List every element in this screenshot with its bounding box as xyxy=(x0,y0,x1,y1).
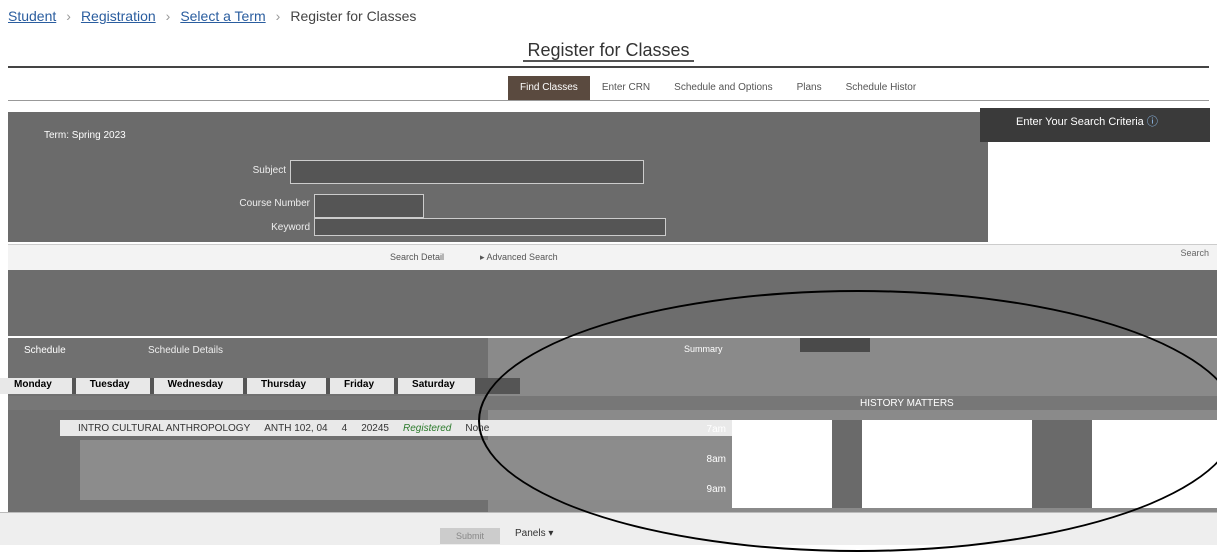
tab-bar: Find Classes Enter CRN Schedule and Opti… xyxy=(508,76,928,100)
info-icon[interactable]: ⓘ xyxy=(1147,116,1158,128)
subject-label: Subject xyxy=(252,165,286,176)
submit-button[interactable]: Submit xyxy=(440,528,500,544)
term-label: Term: Spring 2023 xyxy=(44,130,126,141)
day-saturday: Saturday xyxy=(398,378,475,394)
course-code: ANTH 102, 04 xyxy=(264,422,328,434)
tab-schedule-options[interactable]: Schedule and Options xyxy=(662,76,784,100)
breadcrumb-register: Register for Classes xyxy=(290,8,417,24)
results-panel xyxy=(8,270,1217,336)
breadcrumb-separator: › xyxy=(165,8,171,24)
advanced-search-link[interactable]: ▸ Advanced Search xyxy=(480,252,558,263)
subject-input[interactable] xyxy=(290,160,644,184)
chevron-down-icon: ▾ xyxy=(548,528,554,539)
course-number-input[interactable] xyxy=(314,194,424,218)
day-header: Monday Tuesday Wednesday Thursday Friday… xyxy=(0,378,520,394)
calendar-body xyxy=(80,440,730,500)
panels-button[interactable]: Panels ▾ xyxy=(515,528,553,539)
footer-bar xyxy=(0,512,1217,545)
table-row[interactable]: INTRO CULTURAL ANTHROPOLOGY ANTH 102, 04… xyxy=(60,420,758,436)
schedule-section-title: Schedule xyxy=(24,345,66,356)
keyword-label: Keyword xyxy=(271,222,310,233)
tab-schedule-history[interactable]: Schedule Histor xyxy=(834,76,929,100)
breadcrumb-student[interactable]: Student xyxy=(8,8,56,28)
course-title: INTRO CULTURAL ANTHROPOLOGY xyxy=(78,422,251,434)
time-label: 8am xyxy=(706,454,726,465)
course-crn: 20245 xyxy=(361,422,389,434)
day-thursday: Thursday xyxy=(247,378,327,394)
breadcrumb-select-term[interactable]: Select a Term xyxy=(180,8,265,28)
course-number-label: Course Number xyxy=(239,198,310,209)
search-heading: Enter Your Search Criteria ⓘ xyxy=(1016,116,1158,128)
breadcrumb-separator: › xyxy=(66,8,71,24)
tab-find-classes[interactable]: Find Classes xyxy=(508,76,590,100)
time-label: 7am xyxy=(706,424,726,435)
breadcrumb-separator: › xyxy=(275,8,281,24)
schedule-grid xyxy=(732,420,1217,508)
day-monday: Monday xyxy=(0,378,72,394)
day-friday: Friday xyxy=(330,378,395,394)
search-action-bar xyxy=(8,244,1217,271)
tab-schedule-details[interactable]: Schedule Details xyxy=(148,345,223,356)
grading-select[interactable]: None xyxy=(465,423,489,434)
grid-column xyxy=(1032,420,1092,508)
search-button[interactable]: Search xyxy=(1180,248,1209,258)
keyword-input[interactable] xyxy=(314,218,666,236)
course-hours: 4 xyxy=(341,422,348,434)
breadcrumb: Student › Registration › Select a Term ›… xyxy=(8,8,416,28)
summary-tab-highlight xyxy=(800,338,870,352)
day-wednesday: Wednesday xyxy=(153,378,244,394)
time-label: 9am xyxy=(706,484,726,495)
tab-plans[interactable]: Plans xyxy=(785,76,834,100)
page-title: Register for Classes xyxy=(0,40,1217,62)
history-item: HISTORY MATTERS xyxy=(860,398,954,409)
tab-summary[interactable]: Summary xyxy=(684,344,723,354)
day-tuesday: Tuesday xyxy=(75,378,150,394)
schedule-strip xyxy=(8,396,1217,410)
breadcrumb-registration[interactable]: Registration xyxy=(81,8,156,28)
grid-column xyxy=(832,420,862,508)
tab-enter-crn[interactable]: Enter CRN xyxy=(590,76,662,100)
divider xyxy=(8,100,1209,101)
search-detail-link[interactable]: Search Detail xyxy=(390,252,444,262)
status-badge: Registered xyxy=(403,422,452,434)
divider xyxy=(8,66,1209,68)
